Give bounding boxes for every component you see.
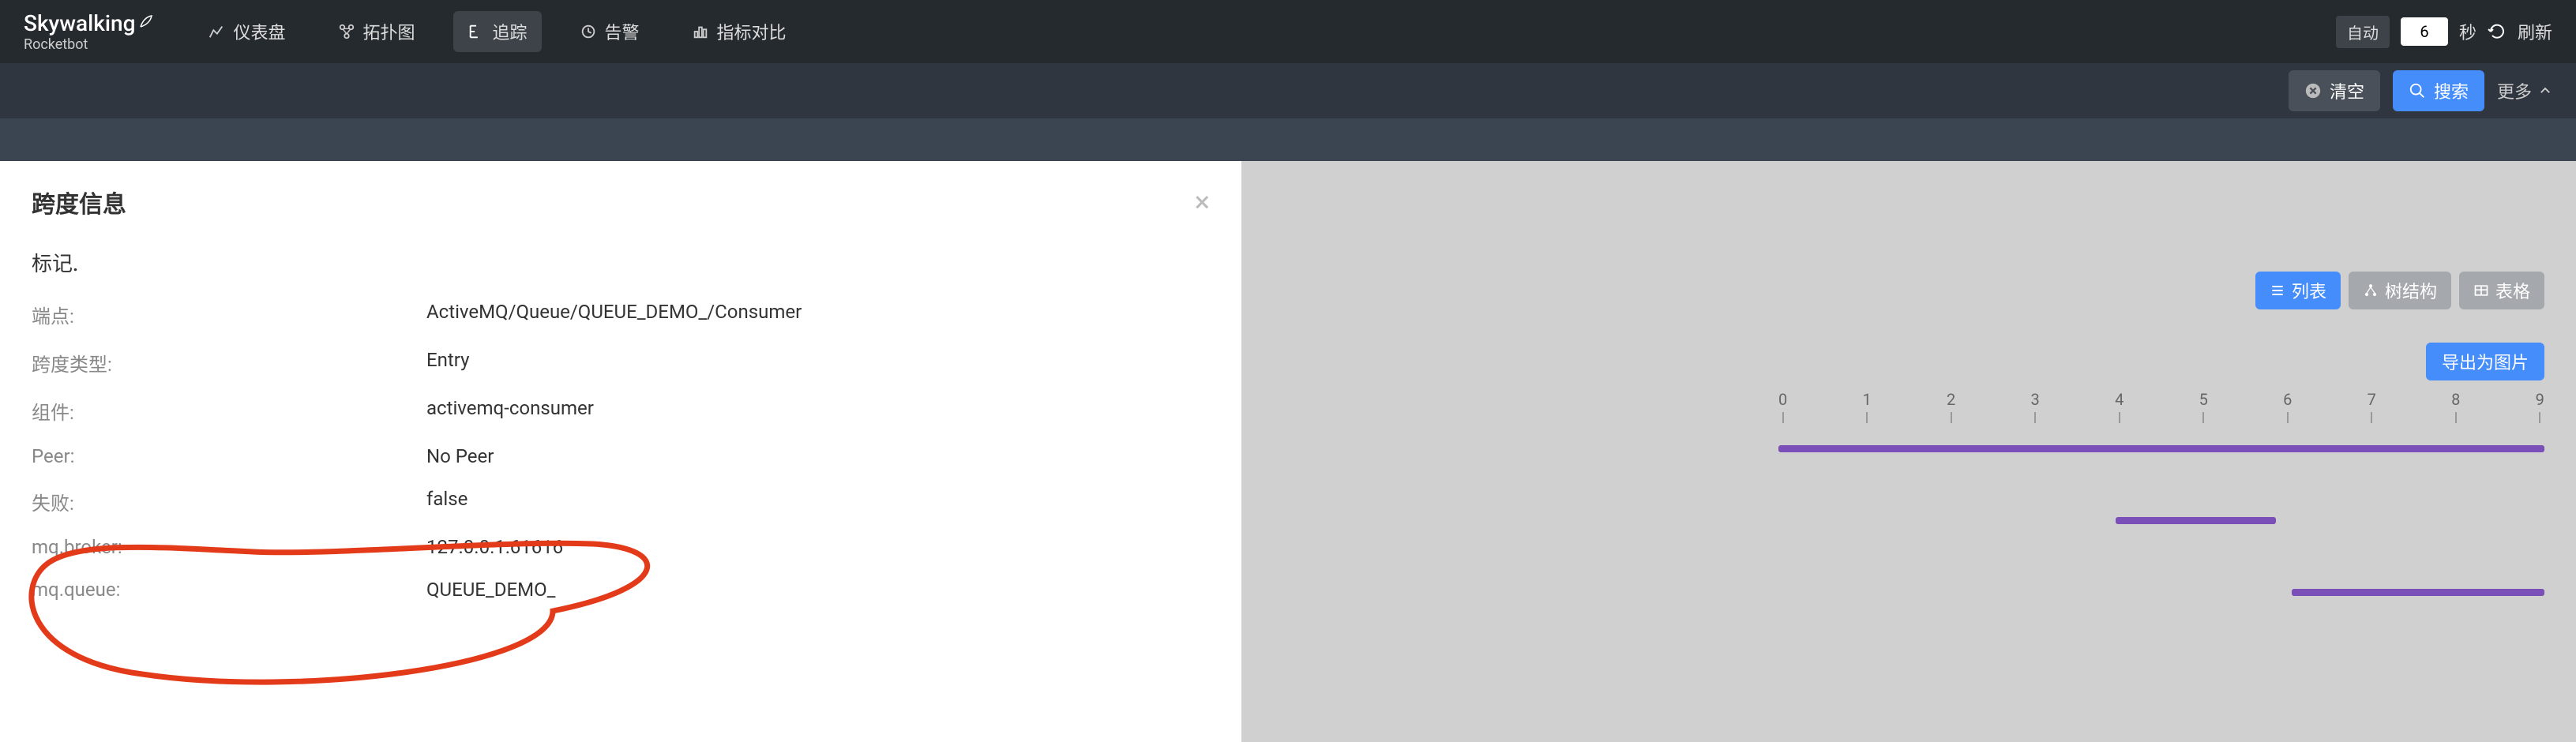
- view-list-button[interactable]: 列表: [2255, 272, 2341, 309]
- view-toggles: 列表 树结构 表格: [2255, 272, 2544, 309]
- view-table-button[interactable]: 表格: [2459, 272, 2544, 309]
- tick: 1: [1863, 390, 1872, 423]
- tick: 7: [2368, 390, 2376, 423]
- detail-label: 端点:: [32, 301, 426, 328]
- right-panel: 列表 树结构 表格 导出为图片: [2255, 272, 2544, 380]
- tick: 8: [2451, 390, 2460, 423]
- tick: 6: [2283, 390, 2292, 423]
- detail-row: 跨度类型:Entry: [32, 349, 1210, 377]
- header-right: 自动 秒 刷新: [2336, 16, 2552, 48]
- detail-row: 端点:ActiveMQ/Queue/QUEUE_DEMO_/Consumer: [32, 301, 1210, 328]
- chevron-up-icon: [2538, 84, 2552, 98]
- refresh-icon[interactable]: [2488, 22, 2507, 41]
- trace-timeline: 0 1 2 3 4 5 6 7 8 9: [1778, 390, 2544, 661]
- tick: 9: [2536, 390, 2544, 423]
- close-icon[interactable]: ×: [1195, 188, 1210, 216]
- button-label: 表格: [2495, 278, 2530, 303]
- detail-row: Peer:No Peer: [32, 445, 1210, 467]
- span-bar[interactable]: [2116, 517, 2277, 524]
- top-header: Skywalking Rocketbot 仪表盘 拓扑图 追踪 告警 指标对比 …: [0, 0, 2576, 63]
- clear-icon: [2304, 82, 2322, 99]
- tick: 2: [1947, 390, 1955, 423]
- refresh-interval-input[interactable]: [2401, 17, 2448, 46]
- list-icon: [2270, 283, 2285, 298]
- timeline-bars: [1778, 445, 2544, 596]
- rocket-icon: [138, 13, 154, 29]
- nav: 仪表盘 拓扑图 追踪 告警 指标对比: [193, 11, 800, 52]
- nav-label: 指标对比: [717, 19, 787, 44]
- tick: 0: [1778, 390, 1787, 423]
- more-button[interactable]: 更多: [2497, 78, 2552, 103]
- nav-label: 仪表盘: [233, 19, 285, 44]
- span-info-modal: 跨度信息 × 标记. 端点:ActiveMQ/Queue/QUEUE_DEMO_…: [0, 161, 1241, 742]
- search-icon: [2409, 82, 2426, 99]
- detail-value: Entry: [426, 349, 469, 377]
- nav-label: 告警: [605, 19, 640, 44]
- button-label: 清空: [2330, 78, 2364, 103]
- logo-main: Skywalking: [24, 10, 154, 36]
- button-label: 树结构: [2385, 278, 2437, 303]
- dashboard-icon: [208, 23, 225, 40]
- refresh-label[interactable]: 刷新: [2518, 19, 2552, 44]
- main-content: 跨度信息 × 标记. 端点:ActiveMQ/Queue/QUEUE_DEMO_…: [0, 161, 2576, 742]
- detail-label: 组件:: [32, 397, 426, 425]
- nav-trace[interactable]: 追踪: [453, 11, 542, 52]
- timeline-ticks: 0 1 2 3 4 5 6 7 8 9: [1778, 390, 2544, 423]
- export-image-button[interactable]: 导出为图片: [2426, 343, 2544, 380]
- refresh-mode[interactable]: 自动: [2336, 16, 2390, 48]
- nav-compare[interactable]: 指标对比: [678, 11, 801, 52]
- tick: 3: [2031, 390, 2040, 423]
- detail-label: mq.broker:: [32, 536, 426, 558]
- logo: Skywalking Rocketbot: [24, 10, 154, 53]
- nav-alarm[interactable]: 告警: [565, 11, 654, 52]
- detail-label: Peer:: [32, 445, 426, 467]
- view-tree-button[interactable]: 树结构: [2349, 272, 2451, 309]
- nav-label: 追踪: [493, 19, 528, 44]
- compare-icon: [692, 23, 709, 40]
- search-toolbar: 清空 搜索 更多: [0, 63, 2576, 118]
- modal-header: 跨度信息 ×: [32, 185, 1210, 219]
- nav-topology[interactable]: 拓扑图: [324, 11, 430, 52]
- detail-value: ActiveMQ/Queue/QUEUE_DEMO_/Consumer: [426, 301, 802, 328]
- tick: 5: [2199, 390, 2208, 423]
- table-icon: [2473, 283, 2489, 298]
- filter-subbar: [0, 118, 2576, 161]
- button-label: 更多: [2497, 78, 2532, 103]
- detail-value: activemq-consumer: [426, 397, 594, 425]
- detail-label: mq.queue:: [32, 579, 426, 601]
- clear-button[interactable]: 清空: [2289, 70, 2380, 111]
- span-bar[interactable]: [2292, 589, 2544, 596]
- span-bar[interactable]: [1778, 445, 2544, 452]
- topology-icon: [338, 23, 355, 40]
- button-label: 列表: [2292, 278, 2326, 303]
- modal-subtitle: 标记.: [32, 248, 1210, 277]
- detail-row: mq.broker:127.0.0.1:61616: [32, 536, 1210, 558]
- alarm-icon: [580, 23, 597, 40]
- detail-label: 跨度类型:: [32, 349, 426, 377]
- trace-icon: [468, 23, 485, 40]
- detail-value: QUEUE_DEMO_: [426, 579, 555, 601]
- nav-dashboard[interactable]: 仪表盘: [193, 11, 299, 52]
- detail-value: No Peer: [426, 445, 494, 467]
- detail-row: 失败:false: [32, 488, 1210, 515]
- detail-value: false: [426, 488, 468, 515]
- search-button[interactable]: 搜索: [2393, 70, 2484, 111]
- refresh-unit: 秒: [2459, 19, 2476, 44]
- button-label: 搜索: [2434, 78, 2469, 103]
- logo-sub: Rocketbot: [24, 36, 154, 53]
- nav-label: 拓扑图: [363, 19, 415, 44]
- detail-label: 失败:: [32, 488, 426, 515]
- tick: 4: [2115, 390, 2124, 423]
- modal-title: 跨度信息: [32, 185, 126, 219]
- tree-icon: [2363, 283, 2379, 298]
- detail-row: 组件:activemq-consumer: [32, 397, 1210, 425]
- detail-value: 127.0.0.1:61616: [426, 536, 563, 558]
- detail-row: mq.queue:QUEUE_DEMO_: [32, 579, 1210, 601]
